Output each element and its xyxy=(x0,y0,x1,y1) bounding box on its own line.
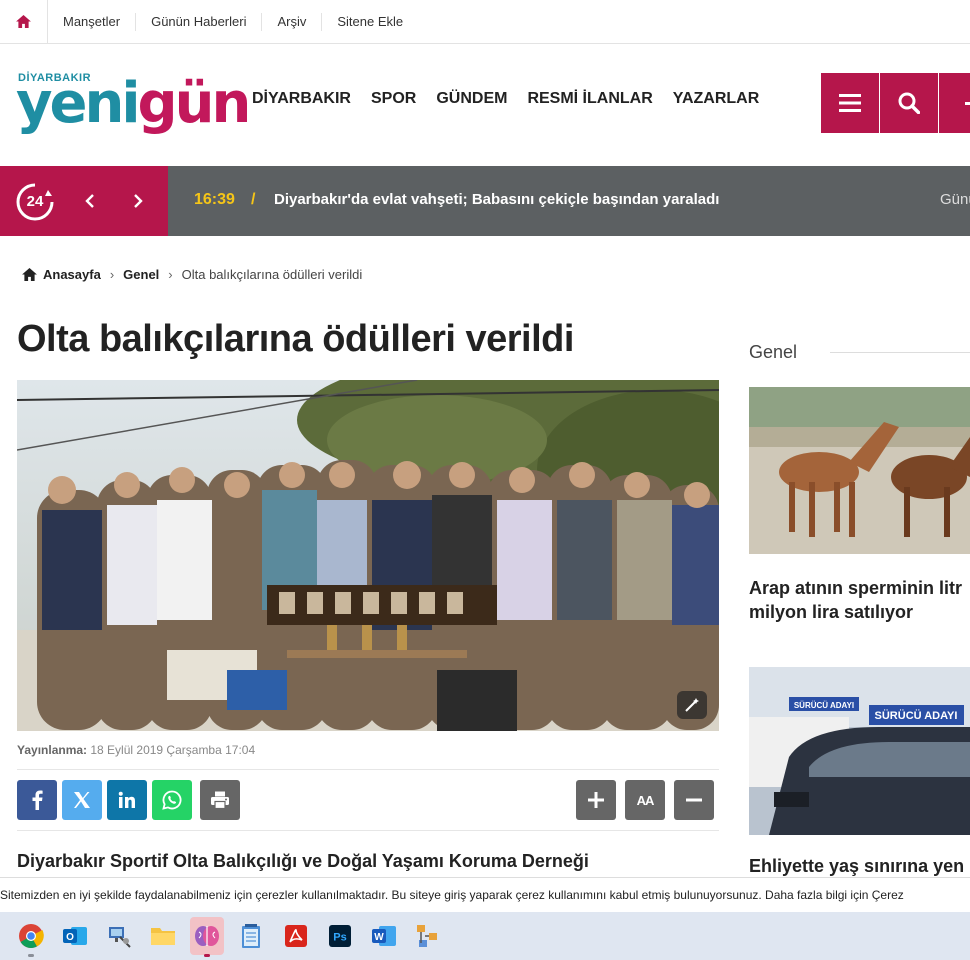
logo-wordmark: yenigün xyxy=(16,71,251,136)
ticker-next-headline[interactable]: Günü xyxy=(940,191,970,208)
share-whatsapp-button[interactable] xyxy=(152,780,192,820)
facebook-icon xyxy=(32,790,43,810)
svg-text:SÜRÜCÜ ADAYI: SÜRÜCÜ ADAYI xyxy=(875,709,958,722)
breadcrumb-category[interactable]: Genel xyxy=(123,267,159,282)
topbar-link-mansetler[interactable]: Manşetler xyxy=(48,12,137,31)
os-taskbar: O Ps W xyxy=(0,912,970,960)
breadcrumb-current: Olta balıkçılarına ödülleri verildi xyxy=(181,267,363,282)
breadcrumb-home[interactable]: Anasayfa xyxy=(43,267,101,282)
chevron-right-icon: › xyxy=(109,267,115,282)
home-icon xyxy=(16,15,31,28)
svg-text:SÜRÜCÜ ADAYI: SÜRÜCÜ ADAYI xyxy=(794,701,854,710)
outlook-icon[interactable]: O xyxy=(60,921,90,951)
svg-text:O: O xyxy=(66,932,74,943)
font-increase-button[interactable] xyxy=(576,780,616,820)
photoshop-icon[interactable]: Ps xyxy=(325,921,355,951)
printer-icon xyxy=(211,791,229,809)
share-x-button[interactable] xyxy=(62,780,102,820)
brain-app-icon[interactable] xyxy=(190,917,224,957)
top-bar: Manşetler Günün Haberleri Arşiv Sitene E… xyxy=(0,0,970,44)
share-facebook-button[interactable] xyxy=(17,780,57,820)
ticker-prev-button[interactable] xyxy=(80,190,100,212)
sidebar-item-title[interactable]: Arap atının sperminin litr milyon lira s… xyxy=(749,576,962,624)
ticker-time: 16:39 xyxy=(194,191,235,208)
network-tool-icon[interactable] xyxy=(104,921,134,951)
topbar-link-gunun-haberleri[interactable]: Günün Haberleri xyxy=(136,12,263,31)
whatsapp-icon xyxy=(162,790,182,810)
divider xyxy=(17,769,719,770)
cookie-notice: Sitemizden en iyi şekilde faydalanabilme… xyxy=(0,877,970,912)
search-button[interactable] xyxy=(880,73,938,133)
sidebar-item-image[interactable]: SÜRÜCÜ ADAYI SÜRÜCÜ ADAYI xyxy=(749,667,970,835)
nav-resmi-ilanlar[interactable]: RESMİ İLANLAR xyxy=(527,90,652,108)
divider xyxy=(17,830,719,831)
linkedin-icon xyxy=(118,791,135,808)
nav-diyarbakir[interactable]: DİYARBAKIR xyxy=(252,90,351,108)
ticker-controls: 24 xyxy=(0,166,168,236)
news-ticker: 24 16:39 / Diyarbakır'da evlat vahşeti; … xyxy=(0,166,970,236)
svg-text:W: W xyxy=(374,932,384,943)
magic-wand-icon[interactable] xyxy=(677,691,707,719)
site-header: DİYARBAKIR yenigün DİYARBAKIR SPOR GÜNDE… xyxy=(0,44,970,164)
home-icon xyxy=(22,268,37,281)
chevron-right-icon xyxy=(134,194,143,208)
acrobat-icon[interactable] xyxy=(281,921,311,951)
minus-icon xyxy=(686,798,702,802)
print-button[interactable] xyxy=(200,780,240,820)
extra-header-button[interactable] xyxy=(939,73,970,133)
published-date: 18 Eylül 2019 Çarşamba 17:04 xyxy=(90,743,256,757)
share-linkedin-button[interactable] xyxy=(107,780,147,820)
nav-yazarlar[interactable]: YAZARLAR xyxy=(673,90,760,108)
topbar-link-sitene-ekle[interactable]: Sitene Ekle xyxy=(322,13,418,31)
ticker-slash: / xyxy=(251,191,256,208)
24-hours-icon: 24 xyxy=(15,182,55,222)
sidebar-item-image[interactable] xyxy=(749,387,970,554)
sidebar-item-title[interactable]: Ehliyette yaş sınırına yen xyxy=(749,856,964,877)
main-nav: DİYARBAKIR SPOR GÜNDEM RESMİ İLANLAR YAZ… xyxy=(252,90,779,108)
font-decrease-button[interactable] xyxy=(674,780,714,820)
file-explorer-icon[interactable] xyxy=(148,921,178,951)
chevron-right-icon: › xyxy=(168,267,173,282)
chrome-icon[interactable] xyxy=(16,921,46,957)
diagram-tool-icon[interactable] xyxy=(413,921,443,951)
hamburger-icon xyxy=(839,94,861,112)
article-title: Olta balıkçılarına ödülleri verildi xyxy=(17,318,574,360)
word-icon[interactable]: W xyxy=(369,921,399,951)
nav-gundem[interactable]: GÜNDEM xyxy=(436,90,507,108)
article-hero-image[interactable] xyxy=(17,380,719,731)
sidebar-heading-line xyxy=(830,352,970,353)
article-lead: Diyarbakır Sportif Olta Balıkçılığı ve D… xyxy=(17,851,589,871)
ticker-headline[interactable]: Diyarbakır'da evlat vahşeti; Babasını çe… xyxy=(274,191,719,208)
font-size-icon: AA xyxy=(636,792,655,808)
published-label: Yayınlanma: xyxy=(17,743,88,757)
menu-button[interactable] xyxy=(821,73,879,133)
home-link[interactable] xyxy=(0,0,48,44)
nav-spor[interactable]: SPOR xyxy=(371,90,416,108)
search-icon xyxy=(898,92,920,114)
notepad-icon[interactable] xyxy=(236,921,266,951)
font-reset-button[interactable]: AA xyxy=(625,780,665,820)
chevron-left-icon xyxy=(85,194,94,208)
ticker-next-button[interactable] xyxy=(128,190,148,212)
topbar-link-arsiv[interactable]: Arşiv xyxy=(262,12,323,31)
published-info: Yayınlanma: 18 Eylül 2019 Çarşamba 17:04 xyxy=(17,743,255,757)
x-icon xyxy=(74,792,90,808)
plus-icon xyxy=(588,792,604,808)
dash-icon xyxy=(965,101,970,105)
svg-text:Ps: Ps xyxy=(333,932,346,944)
sidebar-heading: Genel xyxy=(749,342,798,362)
site-logo[interactable]: DİYARBAKIR yenigün xyxy=(16,72,251,138)
breadcrumb: Anasayfa › Genel › Olta balıkçılarına öd… xyxy=(22,267,362,282)
